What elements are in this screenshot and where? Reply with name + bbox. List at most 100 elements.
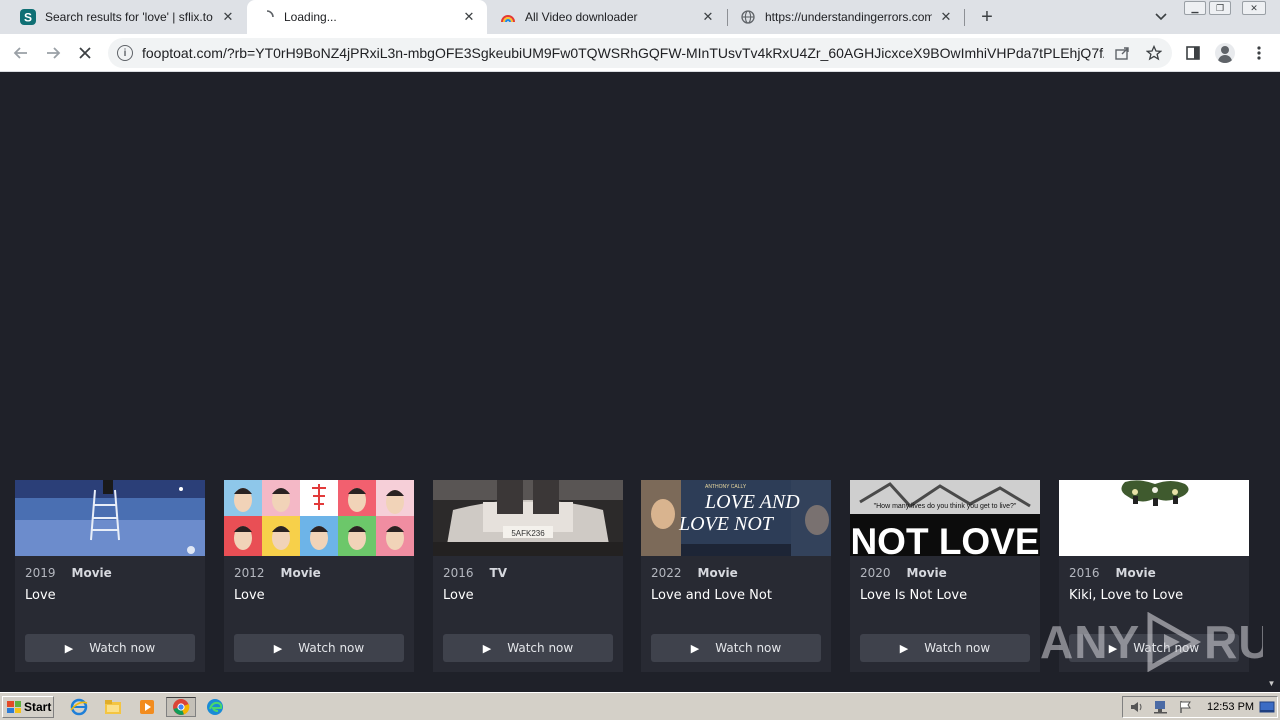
movie-poster[interactable] bbox=[1059, 480, 1249, 556]
close-tab-icon[interactable]: ✕ bbox=[220, 9, 236, 25]
new-tab-plus-icon[interactable]: + bbox=[976, 6, 998, 28]
tab-separator bbox=[964, 9, 965, 26]
taskbar-clock[interactable]: 12:53 PM bbox=[1207, 701, 1254, 713]
browser-toolbar: i fooptoat.com/?rb=YT0rH9BoNZ4jPRxiL3n-m… bbox=[0, 34, 1280, 72]
share-icon[interactable] bbox=[1113, 44, 1131, 62]
play-icon: ▶ bbox=[64, 641, 74, 655]
watch-now-button[interactable]: ▶ Watch now bbox=[25, 634, 195, 662]
movie-title[interactable]: Love Is Not Love bbox=[860, 588, 967, 603]
movie-year: 2019 bbox=[25, 566, 56, 580]
tab-strip: S Search results for 'love' | sflix.to ✕… bbox=[0, 0, 1280, 34]
vertical-scrollbar[interactable]: ▼ bbox=[1263, 72, 1280, 692]
poster-title-line1: LOVE AND bbox=[704, 491, 800, 513]
movie-card[interactable]: ANTHONY CALLY LOVE AND LOVE NOT 2022 Movi… bbox=[641, 480, 831, 672]
poster-credit: ANTHONY CALLY bbox=[705, 484, 747, 490]
watch-now-label: Watch now bbox=[507, 641, 574, 655]
movie-title[interactable]: Love bbox=[443, 588, 474, 603]
movie-card[interactable]: 5AFK236 2016 TV Love ▶ Watch now bbox=[433, 480, 623, 672]
tab-loading[interactable]: Loading... ✕ bbox=[247, 0, 487, 34]
back-arrow-icon[interactable] bbox=[10, 42, 32, 64]
movie-poster[interactable]: "How many lives do you think you get to … bbox=[850, 480, 1040, 556]
stop-loading-icon[interactable] bbox=[74, 42, 96, 64]
play-icon: ▶ bbox=[482, 641, 492, 655]
tab-understandingerrors[interactable]: https://understandingerrors.com/lan ✕ bbox=[728, 0, 964, 34]
movie-card[interactable]: "How many lives do you think you get to … bbox=[850, 480, 1040, 672]
movie-year: 2012 bbox=[234, 566, 265, 580]
movie-title[interactable]: Kiki, Love to Love bbox=[1069, 588, 1183, 603]
movie-title[interactable]: Love bbox=[25, 588, 56, 603]
movie-poster[interactable] bbox=[15, 480, 205, 556]
movie-card[interactable]: 2012 Movie Love ▶ Watch now bbox=[224, 480, 414, 672]
watch-now-button[interactable]: ▶ Watch now bbox=[234, 634, 404, 662]
play-icon: ▶ bbox=[273, 641, 283, 655]
movie-type: Movie bbox=[71, 566, 112, 580]
movie-year: 2020 bbox=[860, 566, 891, 580]
forward-arrow-icon[interactable] bbox=[42, 42, 64, 64]
license-plate: 5AFK236 bbox=[511, 529, 545, 538]
movie-poster[interactable]: ANTHONY CALLY LOVE AND LOVE NOT bbox=[641, 480, 831, 556]
tab-title: Loading... bbox=[284, 10, 337, 24]
movie-poster[interactable] bbox=[224, 480, 414, 556]
tab-title: All Video downloader bbox=[525, 10, 638, 24]
address-bar[interactable]: i fooptoat.com/?rb=YT0rH9BoNZ4jPRxiL3n-m… bbox=[108, 38, 1172, 68]
star-icon[interactable] bbox=[1145, 44, 1163, 62]
network-icon[interactable] bbox=[1153, 700, 1169, 717]
tab-sflix[interactable]: S Search results for 'love' | sflix.to ✕ bbox=[8, 0, 246, 34]
movie-type: Movie bbox=[1115, 566, 1156, 580]
movie-meta: 2019 Movie bbox=[25, 566, 112, 580]
scroll-down-arrow-icon[interactable]: ▼ bbox=[1263, 675, 1280, 692]
internet-explorer-icon[interactable] bbox=[68, 697, 90, 717]
minimize-window-icon[interactable]: ▁ bbox=[1184, 1, 1206, 15]
svg-text:S: S bbox=[24, 11, 32, 25]
close-tab-icon[interactable]: ✕ bbox=[700, 9, 716, 25]
movie-poster[interactable]: 5AFK236 bbox=[433, 480, 623, 556]
show-desktop-icon[interactable] bbox=[1259, 700, 1275, 717]
tab-search-chevron-icon[interactable] bbox=[1152, 8, 1170, 26]
poster-title: NOT LOVE bbox=[850, 521, 1039, 556]
site-info-icon[interactable]: i bbox=[117, 45, 133, 61]
edge-icon[interactable] bbox=[204, 697, 226, 717]
watch-now-label: Watch now bbox=[89, 641, 156, 655]
movie-type: Movie bbox=[280, 566, 321, 580]
movie-year: 2022 bbox=[651, 566, 682, 580]
movie-title[interactable]: Love bbox=[234, 588, 265, 603]
action-center-flag-icon[interactable] bbox=[1179, 700, 1193, 717]
media-player-icon[interactable] bbox=[136, 697, 158, 717]
restore-window-icon[interactable]: ❐ bbox=[1209, 1, 1231, 15]
start-button[interactable]: Start bbox=[2, 696, 54, 718]
play-triangle-icon bbox=[1147, 612, 1202, 672]
watch-now-button[interactable]: ▶ Watch now bbox=[860, 634, 1030, 662]
side-panel-icon[interactable] bbox=[1182, 42, 1204, 64]
tab-video-downloader[interactable]: All Video downloader ✕ bbox=[488, 0, 726, 34]
close-tab-icon[interactable]: ✕ bbox=[461, 9, 477, 25]
profile-icon[interactable] bbox=[1214, 42, 1236, 64]
movie-meta: 2020 Movie bbox=[860, 566, 947, 580]
close-tab-icon[interactable]: ✕ bbox=[938, 9, 954, 25]
watermark-left: ANY bbox=[1040, 616, 1141, 668]
movie-meta: 2022 Movie bbox=[651, 566, 738, 580]
volume-icon[interactable] bbox=[1129, 700, 1145, 717]
movie-type: Movie bbox=[697, 566, 738, 580]
watch-now-button[interactable]: ▶ Watch now bbox=[443, 634, 613, 662]
movie-title[interactable]: Love and Love Not bbox=[651, 588, 772, 603]
start-label: Start bbox=[24, 700, 52, 714]
play-icon: ▶ bbox=[899, 641, 909, 655]
url-text[interactable]: fooptoat.com/?rb=YT0rH9BoNZ4jPRxiL3n-mbg… bbox=[142, 45, 1104, 61]
chrome-taskbar-icon[interactable] bbox=[166, 697, 196, 717]
movie-card[interactable]: 2019 Movie Love ▶ Watch now bbox=[15, 480, 205, 672]
movie-year: 2016 bbox=[1069, 566, 1100, 580]
file-explorer-icon[interactable] bbox=[102, 697, 124, 717]
close-window-icon[interactable]: ✕ bbox=[1242, 1, 1266, 15]
play-icon: ▶ bbox=[690, 641, 700, 655]
movie-meta: 2016 Movie bbox=[1069, 566, 1156, 580]
watch-now-button[interactable]: ▶ Watch now bbox=[651, 634, 821, 662]
watch-now-label: Watch now bbox=[924, 641, 991, 655]
watch-now-label: Watch now bbox=[715, 641, 782, 655]
kebab-menu-icon[interactable] bbox=[1248, 42, 1270, 64]
poster-quote: "How many lives do you think you get to … bbox=[874, 503, 1017, 510]
page-content: 2019 Movie Love ▶ Watch now 2012 Movie L… bbox=[0, 72, 1280, 692]
anyrun-watermark: ANY RUN bbox=[1040, 612, 1280, 672]
avatar bbox=[1215, 43, 1235, 63]
tab-title: https://understandingerrors.com/lan bbox=[765, 10, 932, 24]
movie-meta: 2012 Movie bbox=[234, 566, 321, 580]
